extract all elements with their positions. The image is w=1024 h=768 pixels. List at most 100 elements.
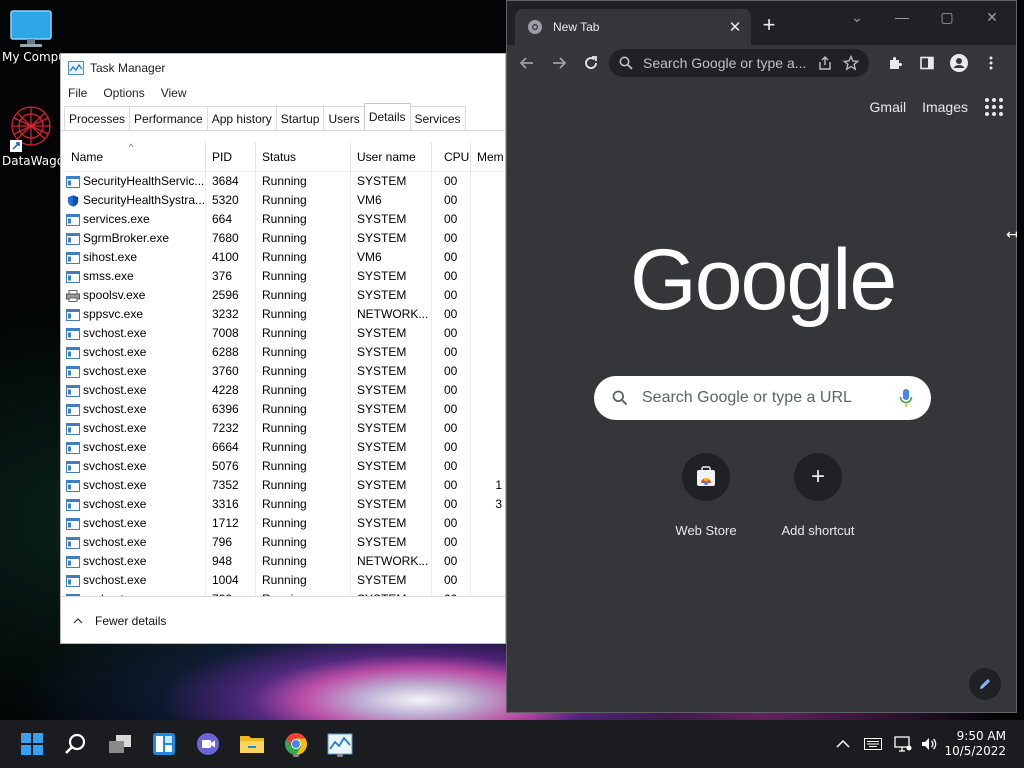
new-tab-button[interactable]: + xyxy=(757,13,781,37)
table-row[interactable]: SecurityHealthSystra... 5320 Running VM6 00 xyxy=(61,191,505,210)
cell-pid: 1712 xyxy=(206,514,256,533)
shortcut-add[interactable]: + Add shortcut xyxy=(762,453,874,538)
customize-chrome-button[interactable] xyxy=(969,668,1001,700)
table-row[interactable]: svchost.exe 4228 Running SYSTEM 00 xyxy=(61,381,505,400)
table-row[interactable]: svchost.exe 1712 Running SYSTEM 00 xyxy=(61,514,505,533)
desktop-icon-datawagon[interactable]: DataWagon xyxy=(0,104,62,168)
side-panel-icon[interactable] xyxy=(913,49,941,77)
column-header-pid[interactable]: PID xyxy=(206,142,256,172)
gmail-link[interactable]: Gmail xyxy=(870,99,907,115)
maximize-icon[interactable]: ▢ xyxy=(932,5,962,29)
table-row[interactable]: services.exe 664 Running SYSTEM 00 xyxy=(61,210,505,229)
table-row[interactable]: svchost.exe 948 Running NETWORK... 00 xyxy=(61,552,505,571)
task-view-icon[interactable] xyxy=(104,728,136,760)
address-bar-placeholder: Search Google or type a... xyxy=(643,55,807,71)
tab-services[interactable]: Services xyxy=(409,106,466,130)
cell-user-name: SYSTEM xyxy=(351,324,432,343)
table-row[interactable]: SecurityHealthServic... 3684 Running SYSTEM… xyxy=(61,172,505,191)
back-arrow-icon[interactable] xyxy=(513,49,541,77)
table-row[interactable]: svchost.exe 3316 Running SYSTEM 00 3 xyxy=(61,495,505,514)
table-row[interactable]: svchost.exe 6664 Running SYSTEM 00 xyxy=(61,438,505,457)
start-icon[interactable] xyxy=(16,728,48,760)
cell-status: Running xyxy=(256,476,351,495)
apps-grid-icon[interactable] xyxy=(984,97,1004,117)
widgets-icon[interactable] xyxy=(148,728,180,760)
cell-memory xyxy=(471,362,505,381)
table-row[interactable]: svchost.exe 7232 Running SYSTEM 00 xyxy=(61,419,505,438)
process-name: SecurityHealthServic... xyxy=(83,174,205,188)
column-header-cpu[interactable]: CPU xyxy=(432,142,471,172)
forward-arrow-icon[interactable] xyxy=(545,49,573,77)
tab-startup[interactable]: Startup xyxy=(275,106,325,130)
fewer-details-label: Fewer details xyxy=(95,614,167,628)
process-icon xyxy=(66,232,80,245)
table-row[interactable]: svchost.exe 5076 Running SYSTEM 00 xyxy=(61,457,505,476)
shortcut-web-store[interactable]: Web Store xyxy=(650,453,762,538)
tab-app-history[interactable]: App history xyxy=(206,106,277,130)
more-vertical-icon[interactable] xyxy=(977,49,1005,77)
column-header-memory[interactable]: Mem xyxy=(471,142,505,172)
bookmark-star-icon[interactable] xyxy=(843,55,859,71)
minimize-icon[interactable]: — xyxy=(887,5,917,29)
desktop-icon-my-computer[interactable]: My Computer xyxy=(0,8,62,64)
close-window-icon[interactable]: ✕ xyxy=(977,5,1007,29)
images-link[interactable]: Images xyxy=(922,99,968,115)
task-manager-icon[interactable] xyxy=(324,728,356,760)
chat-icon[interactable] xyxy=(192,728,224,760)
table-row[interactable]: svchost.exe 7008 Running SYSTEM 00 xyxy=(61,324,505,343)
table-row[interactable]: sppsvc.exe 3232 Running NETWORK... 00 xyxy=(61,305,505,324)
share-icon[interactable] xyxy=(817,55,833,71)
cell-memory: 3 xyxy=(471,495,505,514)
column-header-status[interactable]: Status xyxy=(256,142,351,172)
process-name: svchost.exe xyxy=(83,383,147,397)
column-header-name[interactable]: Name xyxy=(61,142,206,172)
microphone-icon[interactable] xyxy=(899,388,913,408)
cell-cpu: 00 xyxy=(432,172,471,191)
search-icon xyxy=(612,390,628,406)
tab-performance[interactable]: Performance xyxy=(129,106,208,130)
extensions-puzzle-icon[interactable] xyxy=(881,49,909,77)
cell-memory xyxy=(471,343,505,362)
cell-memory xyxy=(471,210,505,229)
address-bar[interactable]: Search Google or type a... xyxy=(609,49,869,77)
table-row[interactable]: svchost.exe 7352 Running SYSTEM 00 1 xyxy=(61,476,505,495)
table-row[interactable]: svchost.exe 1004 Running SYSTEM 00 xyxy=(61,571,505,590)
tab-processes[interactable]: Processes xyxy=(64,106,131,130)
tab-new-tab[interactable]: New Tab ✕ xyxy=(515,9,751,45)
tab-details[interactable]: Details xyxy=(363,103,411,130)
table-row[interactable]: svchost.exe 3760 Running SYSTEM 00 xyxy=(61,362,505,381)
table-row[interactable]: svchost.exe 6396 Running SYSTEM 00 xyxy=(61,400,505,419)
chrome-icon[interactable] xyxy=(280,728,312,760)
cell-cpu: 00 xyxy=(432,552,471,571)
file-explorer-icon[interactable] xyxy=(236,728,268,760)
close-tab-icon[interactable]: ✕ xyxy=(723,18,747,36)
title-bar[interactable]: Task Manager xyxy=(61,54,505,82)
cell-pid: 664 xyxy=(206,210,256,229)
cell-name: svchost.exe xyxy=(61,495,206,514)
fewer-details-toggle[interactable]: Fewer details xyxy=(61,596,505,643)
menu-file[interactable]: File xyxy=(68,86,87,100)
table-row[interactable]: sihost.exe 4100 Running VM6 00 xyxy=(61,248,505,267)
table-row[interactable]: spoolsv.exe 2596 Running SYSTEM 00 xyxy=(61,286,505,305)
clock[interactable]: 9:50 AM 10/5/2022 xyxy=(944,729,1006,759)
table-row[interactable]: svchost.exe 796 Running SYSTEM 00 xyxy=(61,533,505,552)
chevron-down-icon[interactable]: ⌄ xyxy=(842,5,872,29)
keyboard-icon[interactable] xyxy=(864,738,882,750)
process-icon xyxy=(66,441,80,454)
column-header-user-name[interactable]: User name xyxy=(351,142,432,172)
table-row[interactable]: smss.exe 376 Running SYSTEM 00 xyxy=(61,267,505,286)
google-search-box[interactable]: Search Google or type a URL xyxy=(594,376,931,420)
table-row[interactable]: SgrmBroker.exe 7680 Running SYSTEM 00 xyxy=(61,229,505,248)
table-row[interactable]: svchost.exe 6288 Running SYSTEM 00 xyxy=(61,343,505,362)
process-name: svchost.exe xyxy=(83,459,147,473)
search-icon[interactable] xyxy=(60,728,92,760)
menu-options[interactable]: Options xyxy=(103,86,144,100)
network-icon[interactable] xyxy=(894,736,912,752)
reload-icon[interactable] xyxy=(577,49,605,77)
tab-title: New Tab xyxy=(553,20,600,34)
volume-icon[interactable] xyxy=(920,736,938,752)
tab-users[interactable]: Users xyxy=(323,106,365,130)
profile-avatar-icon[interactable] xyxy=(945,49,973,77)
chevron-up-icon[interactable] xyxy=(836,739,850,749)
menu-view[interactable]: View xyxy=(161,86,187,100)
